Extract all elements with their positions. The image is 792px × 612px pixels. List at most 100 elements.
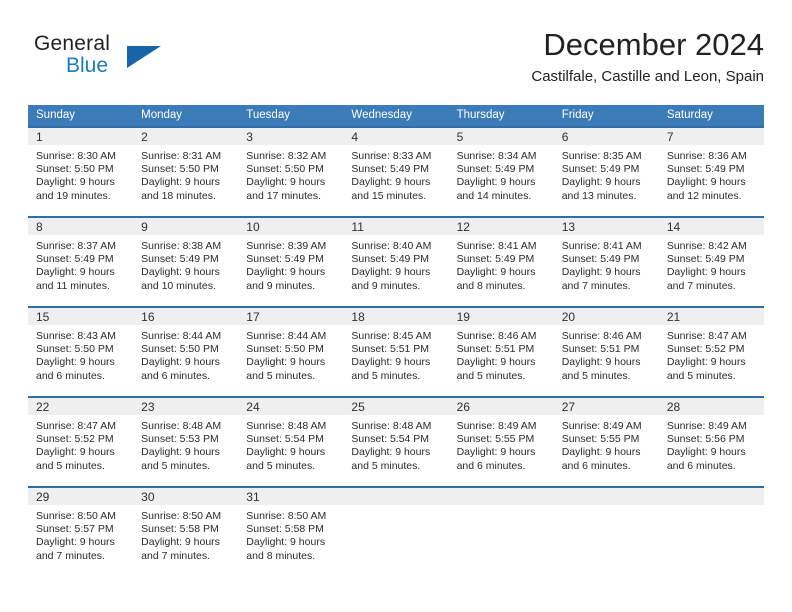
day-details: Sunrise: 8:45 AM Sunset: 5:51 PM Dayligh… xyxy=(343,325,448,383)
day-cell[interactable]: 12 Sunrise: 8:41 AM Sunset: 5:49 PM Dayl… xyxy=(448,218,554,306)
daylight-text-line1: Daylight: 9 hours xyxy=(246,176,326,189)
daylight-text-line2: and 12 minutes. xyxy=(666,189,742,202)
sunset-text: Sunset: 5:53 PM xyxy=(141,433,219,446)
daylight-text-line1: Daylight: 9 hours xyxy=(456,266,536,279)
weekday-header-saturday: Saturday xyxy=(666,109,713,121)
day-details: Sunrise: 8:30 AM Sunset: 5:50 PM Dayligh… xyxy=(28,145,133,203)
daylight-text-line1: Daylight: 9 hours xyxy=(36,536,115,549)
day-number: 2 xyxy=(133,128,239,145)
day-cell[interactable]: 9 Sunrise: 8:38 AM Sunset: 5:49 PM Dayli… xyxy=(133,218,239,306)
sunset-text: Sunset: 5:49 PM xyxy=(351,163,430,176)
day-cell[interactable]: 6 Sunrise: 8:35 AM Sunset: 5:49 PM Dayli… xyxy=(553,128,659,216)
sunrise-text: Sunrise: 8:43 AM xyxy=(36,330,116,342)
day-number: 21 xyxy=(658,308,764,325)
daylight-text-line2: and 9 minutes. xyxy=(246,279,316,292)
day-cell[interactable]: 15 Sunrise: 8:43 AM Sunset: 5:50 PM Dayl… xyxy=(28,308,134,396)
sunset-text: Sunset: 5:56 PM xyxy=(666,433,745,446)
day-cell[interactable]: 28 Sunrise: 8:49 AM Sunset: 5:56 PM Dayl… xyxy=(658,398,764,486)
sunrise-text: Sunrise: 8:46 AM xyxy=(561,330,642,342)
daylight-text-line2: and 7 minutes. xyxy=(36,549,105,562)
sunrise-text: Sunrise: 8:49 AM xyxy=(456,420,537,432)
sunrise-text: Sunrise: 8:50 AM xyxy=(36,510,116,522)
day-cell[interactable]: 4 Sunrise: 8:33 AM Sunset: 5:49 PM Dayli… xyxy=(343,128,449,216)
day-cell[interactable]: 20 Sunrise: 8:46 AM Sunset: 5:51 PM Dayl… xyxy=(553,308,659,396)
day-number: 14 xyxy=(658,218,764,235)
day-cell[interactable]: 27 Sunrise: 8:49 AM Sunset: 5:55 PM Dayl… xyxy=(553,398,659,486)
day-cell[interactable]: 21 Sunrise: 8:47 AM Sunset: 5:52 PM Dayl… xyxy=(658,308,764,396)
sunrise-text: Sunrise: 8:37 AM xyxy=(36,240,116,252)
sunrise-text: Sunrise: 8:35 AM xyxy=(561,150,642,162)
day-cell[interactable]: 10 Sunrise: 8:39 AM Sunset: 5:49 PM Dayl… xyxy=(238,218,344,306)
daylight-text-line2: and 18 minutes. xyxy=(141,189,216,202)
sunset-text: Sunset: 5:50 PM xyxy=(36,163,114,176)
daylight-text-line2: and 8 minutes. xyxy=(246,549,316,562)
day-cell[interactable]: 17 Sunrise: 8:44 AM Sunset: 5:50 PM Dayl… xyxy=(238,308,344,396)
daylight-text-line2: and 5 minutes. xyxy=(246,459,316,472)
day-number: 29 xyxy=(28,488,134,505)
day-cell[interactable]: 14 Sunrise: 8:42 AM Sunset: 5:49 PM Dayl… xyxy=(658,218,764,306)
weekday-header-wednesday: Wednesday xyxy=(351,109,412,121)
day-cell[interactable]: 30 Sunrise: 8:50 AM Sunset: 5:58 PM Dayl… xyxy=(133,488,239,576)
sunset-text: Sunset: 5:49 PM xyxy=(561,253,640,266)
sunset-text: Sunset: 5:51 PM xyxy=(561,343,640,356)
day-number xyxy=(448,488,554,505)
daylight-text-line1: Daylight: 9 hours xyxy=(351,356,431,369)
daylight-text-line1: Daylight: 9 hours xyxy=(36,266,115,279)
daylight-text-line2: and 8 minutes. xyxy=(456,279,526,292)
daylight-text-line2: and 14 minutes. xyxy=(456,189,532,202)
day-cell[interactable]: 5 Sunrise: 8:34 AM Sunset: 5:49 PM Dayli… xyxy=(448,128,554,216)
daylight-text-line2: and 5 minutes. xyxy=(666,369,736,382)
day-cell[interactable]: 23 Sunrise: 8:48 AM Sunset: 5:53 PM Dayl… xyxy=(133,398,239,486)
day-cell[interactable]: 22 Sunrise: 8:47 AM Sunset: 5:52 PM Dayl… xyxy=(28,398,134,486)
day-cell[interactable]: 31 Sunrise: 8:50 AM Sunset: 5:58 PM Dayl… xyxy=(238,488,344,576)
daylight-text-line1: Daylight: 9 hours xyxy=(351,446,431,459)
daylight-text-line1: Daylight: 9 hours xyxy=(456,446,536,459)
weekday-header-tuesday: Tuesday xyxy=(246,109,290,121)
day-cell[interactable]: 11 Sunrise: 8:40 AM Sunset: 5:49 PM Dayl… xyxy=(343,218,449,306)
day-number: 31 xyxy=(238,488,344,505)
day-details: Sunrise: 8:46 AM Sunset: 5:51 PM Dayligh… xyxy=(449,325,554,383)
day-details: Sunrise: 8:49 AM Sunset: 5:56 PM Dayligh… xyxy=(659,415,764,473)
daylight-text-line1: Daylight: 9 hours xyxy=(141,536,220,549)
day-number: 28 xyxy=(658,398,764,415)
daylight-text-line2: and 5 minutes. xyxy=(36,459,105,472)
day-cell[interactable]: 16 Sunrise: 8:44 AM Sunset: 5:50 PM Dayl… xyxy=(133,308,239,396)
sunrise-text: Sunrise: 8:34 AM xyxy=(456,150,537,162)
sunrise-text: Sunrise: 8:50 AM xyxy=(246,510,327,522)
sunrise-text: Sunrise: 8:48 AM xyxy=(246,420,327,432)
day-cell[interactable]: 24 Sunrise: 8:48 AM Sunset: 5:54 PM Dayl… xyxy=(238,398,344,486)
day-cell[interactable]: 1 Sunrise: 8:30 AM Sunset: 5:50 PM Dayli… xyxy=(28,128,134,216)
day-cell[interactable]: 18 Sunrise: 8:45 AM Sunset: 5:51 PM Dayl… xyxy=(343,308,449,396)
day-cell[interactable]: 8 Sunrise: 8:37 AM Sunset: 5:49 PM Dayli… xyxy=(28,218,134,306)
sunrise-text: Sunrise: 8:42 AM xyxy=(666,240,747,252)
day-cell[interactable]: 29 Sunrise: 8:50 AM Sunset: 5:57 PM Dayl… xyxy=(28,488,134,576)
day-cell[interactable]: 2 Sunrise: 8:31 AM Sunset: 5:50 PM Dayli… xyxy=(133,128,239,216)
weekday-header-monday: Monday xyxy=(141,109,183,121)
weekday-header-thursday: Thursday xyxy=(456,109,505,121)
day-cell[interactable]: 7 Sunrise: 8:36 AM Sunset: 5:49 PM Dayli… xyxy=(658,128,764,216)
daylight-text-line1: Daylight: 9 hours xyxy=(666,446,746,459)
day-cell[interactable]: 19 Sunrise: 8:46 AM Sunset: 5:51 PM Dayl… xyxy=(448,308,554,396)
day-number: 1 xyxy=(28,128,134,145)
sunset-text: Sunset: 5:50 PM xyxy=(246,163,324,176)
week-row: 29 Sunrise: 8:50 AM Sunset: 5:57 PM Dayl… xyxy=(28,486,764,576)
day-cell[interactable]: 25 Sunrise: 8:48 AM Sunset: 5:54 PM Dayl… xyxy=(343,398,449,486)
weekday-header-sunday: Sunday xyxy=(36,109,76,121)
day-cell[interactable]: 3 Sunrise: 8:32 AM Sunset: 5:50 PM Dayli… xyxy=(238,128,344,216)
day-details: Sunrise: 8:38 AM Sunset: 5:49 PM Dayligh… xyxy=(133,235,238,293)
sunrise-text: Sunrise: 8:41 AM xyxy=(561,240,642,252)
day-cell[interactable]: 26 Sunrise: 8:49 AM Sunset: 5:55 PM Dayl… xyxy=(448,398,554,486)
brand-logo[interactable]: General Blue xyxy=(34,32,204,88)
day-details: Sunrise: 8:41 AM Sunset: 5:49 PM Dayligh… xyxy=(554,235,659,293)
daylight-text-line1: Daylight: 9 hours xyxy=(351,176,431,189)
title-block: December 2024 Castilfale, Castille and L… xyxy=(531,26,764,88)
daylight-text-line1: Daylight: 9 hours xyxy=(666,266,746,279)
day-number: 6 xyxy=(553,128,659,145)
day-number: 19 xyxy=(448,308,554,325)
daylight-text-line2: and 11 minutes. xyxy=(36,279,110,292)
day-cell[interactable]: 13 Sunrise: 8:41 AM Sunset: 5:49 PM Dayl… xyxy=(553,218,659,306)
sunset-text: Sunset: 5:49 PM xyxy=(141,253,219,266)
calendar-grid: Sunday Monday Tuesday Wednesday Thursday… xyxy=(28,105,764,576)
sunset-text: Sunset: 5:50 PM xyxy=(141,343,219,356)
day-details: Sunrise: 8:35 AM Sunset: 5:49 PM Dayligh… xyxy=(554,145,659,203)
